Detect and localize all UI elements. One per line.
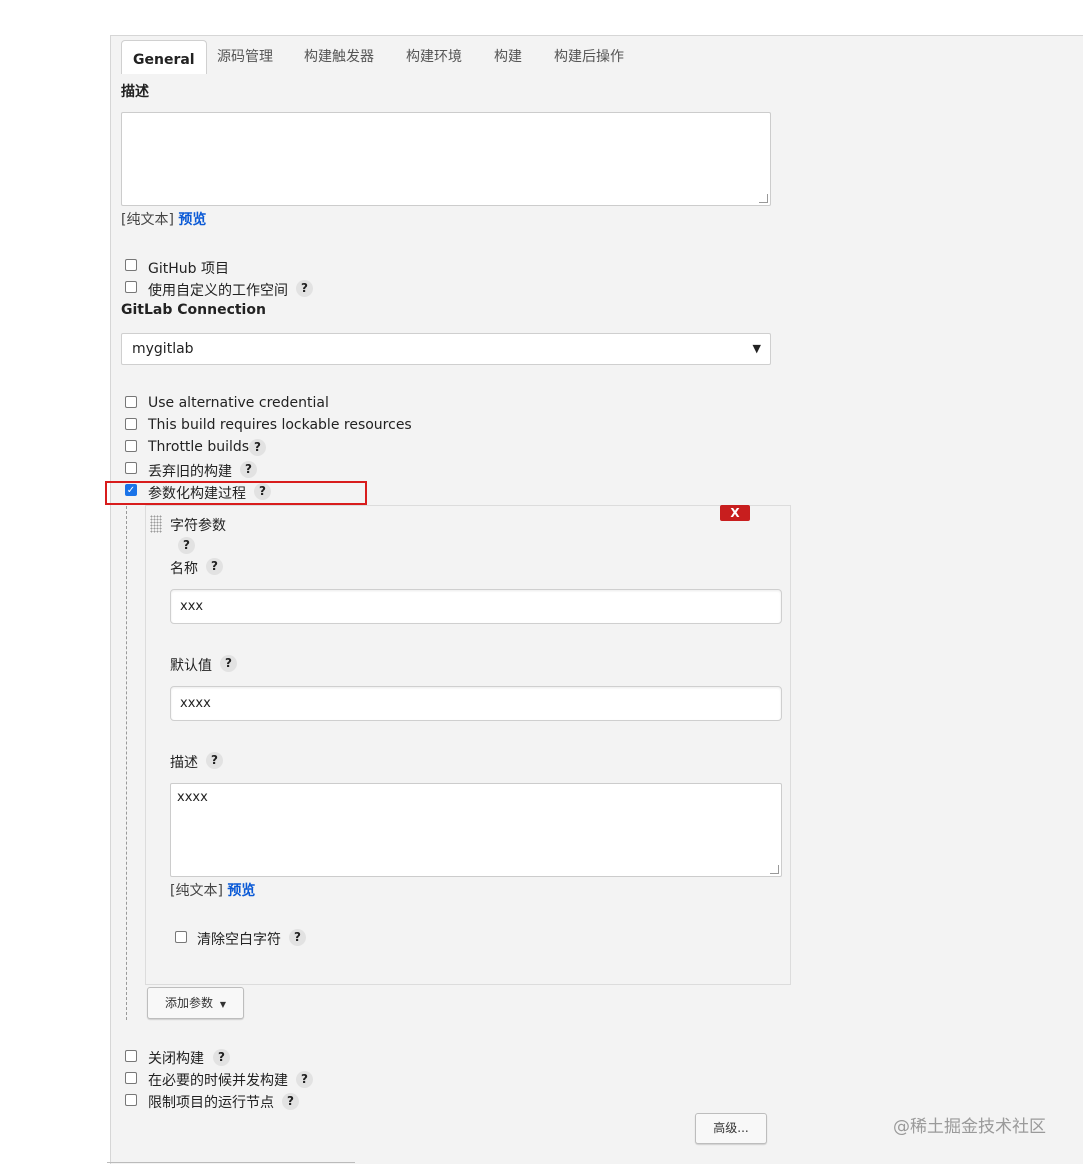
- help-icon[interactable]: ?: [296, 1071, 313, 1088]
- lockable-resources-checkbox[interactable]: [125, 418, 137, 430]
- tab-build[interactable]: 构建: [494, 46, 522, 66]
- discard-old-builds-checkbox[interactable]: [125, 462, 137, 474]
- alt-credential-checkbox[interactable]: [125, 396, 137, 408]
- disable-build-label: 关闭构建: [148, 1051, 204, 1067]
- gitlab-connection-value: mygitlab: [132, 341, 194, 357]
- discard-old-builds-label: 丢弃旧的构建: [148, 464, 232, 480]
- help-icon[interactable]: ?: [254, 483, 271, 500]
- tab-post-build[interactable]: 构建后操作: [554, 46, 624, 66]
- watermark-text: @稀土掘金技术社区: [893, 1117, 1046, 1137]
- help-icon[interactable]: ?: [249, 439, 266, 456]
- help-icon[interactable]: ?: [282, 1093, 299, 1110]
- throttle-builds-checkbox[interactable]: [125, 440, 137, 452]
- concurrent-build-checkbox[interactable]: [125, 1072, 137, 1084]
- help-icon[interactable]: ?: [296, 280, 313, 297]
- description-textarea[interactable]: [121, 112, 771, 206]
- trim-whitespace-label: 清除空白字符: [197, 932, 281, 948]
- tab-source-control[interactable]: 源码管理: [217, 46, 273, 66]
- parameter-type-label: 字符参数: [170, 518, 226, 534]
- github-project-label: GitHub 项目: [148, 261, 229, 277]
- name-input[interactable]: xxx: [170, 589, 782, 624]
- trim-whitespace-checkbox[interactable]: [175, 931, 187, 943]
- plain-text-label: [纯文本]: [170, 883, 223, 899]
- gitlab-connection-label: GitLab Connection: [121, 302, 266, 318]
- help-icon[interactable]: ?: [178, 537, 195, 554]
- divider: [107, 1162, 355, 1163]
- caret-down-icon: ▼: [219, 1000, 226, 1009]
- alt-credential-label: Use alternative credential: [148, 395, 329, 411]
- help-icon[interactable]: ?: [240, 461, 257, 478]
- tab-bar: General 源码管理 构建触发器 构建环境 构建 构建后操作: [111, 36, 1083, 74]
- chevron-down-icon: ▼: [752, 342, 761, 355]
- default-value-input[interactable]: xxxx: [170, 686, 782, 721]
- param-description-label: 描述: [170, 755, 198, 771]
- param-description-textarea[interactable]: xxxx: [170, 783, 782, 877]
- checkbox-row[interactable]: [125, 281, 137, 293]
- parameterized-build-checkbox[interactable]: ✓: [125, 484, 137, 496]
- string-parameter-panel: [145, 505, 791, 985]
- delete-parameter-button[interactable]: X: [720, 505, 750, 521]
- help-icon[interactable]: ?: [206, 558, 223, 575]
- gitlab-connection-select[interactable]: mygitlab ▼: [121, 333, 771, 365]
- param-description-value: xxxx: [177, 790, 208, 805]
- drag-handle-icon[interactable]: [150, 515, 162, 533]
- add-parameter-button[interactable]: 添加参数 ▼: [147, 987, 244, 1019]
- tab-build-triggers[interactable]: 构建触发器: [304, 46, 374, 66]
- help-icon[interactable]: ?: [206, 752, 223, 769]
- custom-workspace-label: 使用自定义的工作空间: [148, 283, 288, 299]
- help-icon[interactable]: ?: [289, 929, 306, 946]
- description-label: 描述: [121, 84, 149, 100]
- lockable-resources-label: This build requires lockable resources: [148, 417, 412, 433]
- resize-handle-icon[interactable]: [770, 865, 779, 874]
- name-label: 名称: [170, 561, 198, 577]
- restrict-node-label: 限制项目的运行节点: [148, 1095, 274, 1111]
- advanced-button[interactable]: 高级...: [695, 1113, 767, 1144]
- github-project-checkbox[interactable]: [125, 259, 137, 271]
- concurrent-build-label: 在必要的时候并发构建: [148, 1073, 288, 1089]
- param-description-format: [纯文本] 预览: [170, 880, 255, 900]
- description-format: [纯文本] 预览: [121, 209, 206, 229]
- throttle-builds-label: Throttle builds: [148, 439, 250, 455]
- help-icon[interactable]: ?: [220, 655, 237, 672]
- disable-build-checkbox[interactable]: [125, 1050, 137, 1062]
- tab-general[interactable]: General: [121, 40, 207, 74]
- custom-workspace-checkbox[interactable]: [125, 281, 137, 293]
- preview-link[interactable]: 预览: [178, 212, 206, 228]
- add-parameter-label: 添加参数: [165, 996, 214, 1010]
- tab-build-environment[interactable]: 构建环境: [406, 46, 462, 66]
- nesting-guide: [126, 506, 127, 1020]
- parameterized-build-label: 参数化构建过程: [148, 486, 246, 502]
- resize-handle-icon[interactable]: [759, 194, 768, 203]
- restrict-node-checkbox[interactable]: [125, 1094, 137, 1106]
- help-icon[interactable]: ?: [213, 1049, 230, 1066]
- default-value-label: 默认值: [170, 658, 212, 674]
- plain-text-label: [纯文本]: [121, 212, 174, 228]
- checkbox-row[interactable]: [125, 259, 137, 271]
- preview-link[interactable]: 预览: [227, 883, 255, 899]
